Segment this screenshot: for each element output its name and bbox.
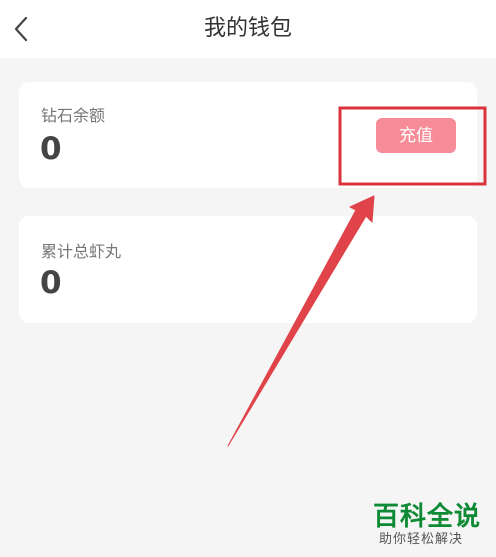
diamond-balance-value: 0: [40, 131, 62, 167]
recharge-button[interactable]: 充值: [376, 118, 456, 153]
diamond-balance-label: 钻石余额: [41, 106, 106, 125]
watermark-subtitle: 助你轻松解决: [379, 532, 464, 547]
shrimp-total-card: 累计总虾丸 0: [19, 216, 477, 323]
page-title: 我的钱包: [203, 16, 292, 41]
diamond-balance-card: 钻石余额 0 充值: [19, 82, 477, 188]
app-header: 我的钱包: [0, 0, 496, 58]
shrimp-total-label: 累计总虾丸: [41, 242, 122, 261]
watermark: 百科全说 助你轻松解决: [362, 492, 487, 550]
shrimp-total-value: 0: [40, 265, 62, 301]
